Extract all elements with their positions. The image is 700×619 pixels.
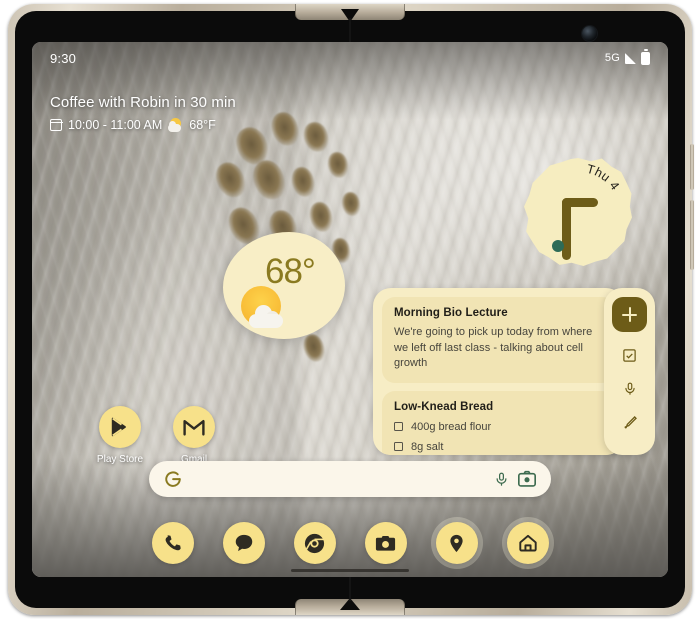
checkbox-icon[interactable]	[394, 442, 403, 452]
voice-note-icon[interactable]	[619, 378, 641, 400]
glance-temperature: 68°F	[189, 118, 216, 132]
dock-item-maps[interactable]	[435, 522, 478, 564]
app-icon-gmail[interactable]: Gmail	[162, 406, 226, 465]
google-g-icon	[162, 468, 184, 490]
status-time: 9:30	[50, 50, 77, 66]
navigation-pill[interactable]	[291, 569, 409, 572]
add-note-button[interactable]	[612, 297, 647, 332]
note-card[interactable]: Morning Bio Lecture We're going to pick …	[382, 297, 615, 383]
checkbox-icon[interactable]	[394, 422, 403, 432]
note-title: Morning Bio Lecture	[394, 307, 508, 319]
at-a-glance-title: Coffee with Robin in 30 min	[50, 94, 236, 111]
network-label: 5G	[604, 52, 620, 64]
google-lens-icon[interactable]	[516, 468, 538, 490]
search-input[interactable]	[192, 472, 482, 486]
checklist-item[interactable]: 8g salt	[394, 441, 603, 453]
dock-item-messages[interactable]	[222, 522, 265, 564]
status-bar: 9:30 5G	[32, 42, 668, 74]
drawing-icon[interactable]	[619, 412, 641, 434]
at-a-glance-details: 10:00 - 11:00 AM 68°F	[49, 118, 236, 132]
dock-item-google-home[interactable]	[506, 522, 549, 564]
dock-item-camera[interactable]	[364, 522, 407, 564]
clock-hour-hand	[562, 198, 571, 260]
signal-bars-icon	[625, 52, 636, 64]
dock-item-phone[interactable]	[151, 522, 194, 564]
microphone-icon[interactable]	[490, 468, 512, 490]
cloud-icon	[249, 305, 283, 328]
hinge-notch-bottom	[295, 599, 405, 615]
app-icon-play-store[interactable]: Play Store	[88, 406, 152, 465]
clock-widget-background	[524, 158, 632, 266]
app-label: Play Store	[96, 454, 144, 465]
gmail-icon[interactable]	[173, 406, 215, 448]
analog-clock-widget[interactable]: Thu 4	[524, 158, 632, 266]
battery-full-icon	[641, 51, 650, 65]
keep-notes-action-rail	[604, 288, 655, 455]
volume-button[interactable]	[690, 200, 694, 270]
weather-widget[interactable]: 68°	[223, 232, 345, 339]
sun-behind-cloud-icon	[168, 118, 183, 132]
weather-temperature: 68°	[265, 252, 316, 291]
checklist-item-label: 400g bread flour	[411, 420, 492, 433]
checklist-item-label: 8g salt	[411, 440, 444, 453]
dock-item-chrome[interactable]	[293, 522, 336, 564]
note-card[interactable]: Low-Knead Bread 400g bread flour 8g salt	[382, 390, 615, 455]
keep-notes-widget[interactable]: Morning Bio Lecture We're going to pick …	[373, 288, 624, 455]
at-a-glance-widget[interactable]: Coffee with Robin in 30 min 10:00 - 11:0…	[49, 94, 236, 132]
calendar-icon	[49, 119, 63, 131]
plus-icon	[622, 307, 637, 322]
note-title: Low-Knead Bread	[394, 400, 494, 413]
google-search-bar[interactable]	[149, 461, 551, 497]
new-checklist-icon[interactable]	[619, 344, 641, 366]
app-dock	[32, 514, 668, 572]
device-frame: 9:30 5G Coffee with Robin in 30 min 10:0…	[8, 4, 694, 615]
note-body: We're going to pick up today from where …	[394, 326, 593, 370]
event-time-range: 10:00 - 11:00 AM	[68, 118, 163, 132]
phone-screen: 9:30 5G Coffee with Robin in 30 min 10:0…	[32, 42, 668, 577]
clock-center-dot	[552, 240, 564, 252]
front-camera	[582, 26, 597, 41]
power-button[interactable]	[690, 144, 694, 190]
checklist-item[interactable]: 400g bread flour	[394, 421, 603, 433]
play-store-icon[interactable]	[99, 406, 141, 448]
